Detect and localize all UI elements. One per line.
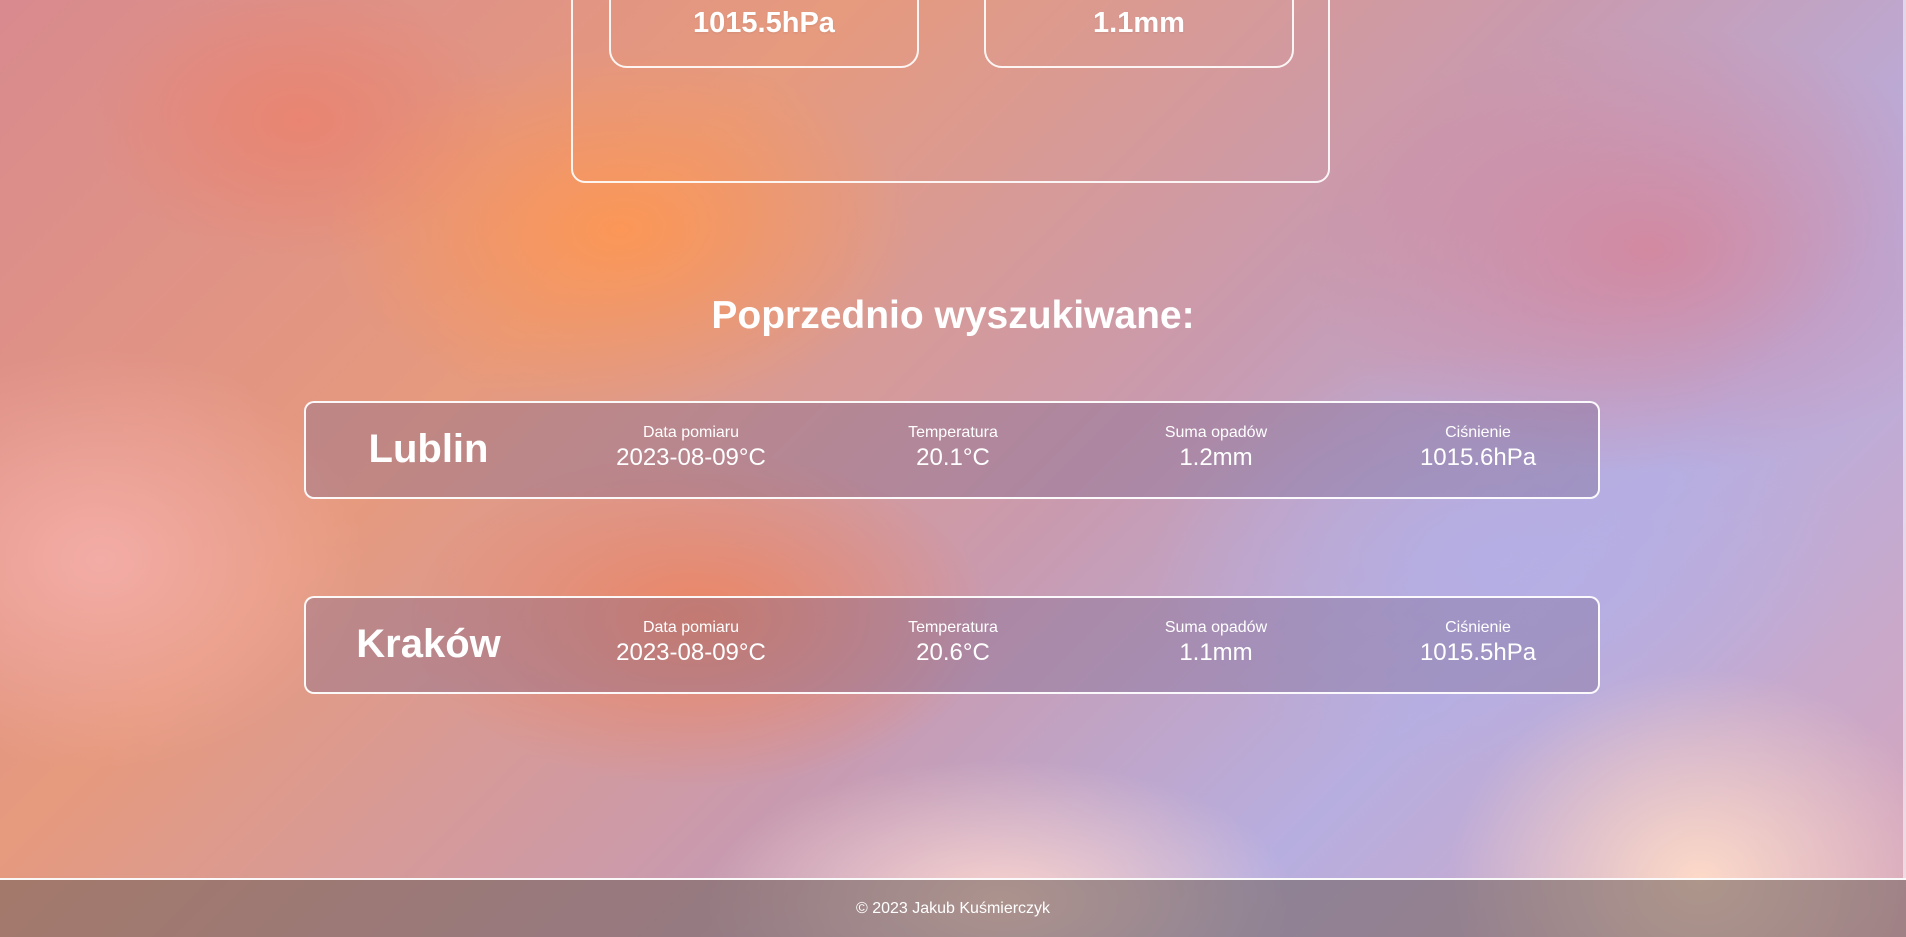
history-pressure-stat: Ciśnienie 1015.5hPa xyxy=(1347,618,1609,668)
history-date-stat: Data pomiaru 2023-08-09°C xyxy=(560,423,822,473)
pressure-value: 1015.5hPa xyxy=(1419,639,1537,666)
temperature-label: Temperatura xyxy=(908,424,998,441)
history-city-name: Lublin xyxy=(368,427,489,471)
date-label: Data pomiaru xyxy=(642,424,740,441)
current-pressure-value: 1015.5hPa xyxy=(693,7,835,39)
history-temperature-stat: Temperatura 20.1°C xyxy=(822,423,1084,473)
pressure-label: Ciśnienie xyxy=(1445,619,1511,636)
history-date-stat: Data pomiaru 2023-08-09°C xyxy=(560,618,822,668)
temperature-label: Temperatura xyxy=(908,619,998,636)
date-label: Data pomiaru xyxy=(642,619,740,636)
date-value: 2023-08-09°C xyxy=(616,444,766,471)
rainfall-label: Suma opadów xyxy=(1164,424,1268,441)
history-title: Poprzednio wyszukiwane: xyxy=(711,294,1195,337)
footer-copyright: © 2023 Jakub Kuśmierczyk xyxy=(855,899,1051,917)
history-rainfall-stat: Suma opadów 1.2mm xyxy=(1085,423,1347,473)
footer: © 2023 Jakub Kuśmierczyk xyxy=(0,878,1906,937)
history-city-name: Kraków xyxy=(356,622,501,666)
history-row-lublin[interactable]: Lublin Data pomiaru 2023-08-09°C Tempera… xyxy=(304,401,1600,499)
date-value: 2023-08-09°C xyxy=(616,639,766,666)
pressure-value: 1015.6hPa xyxy=(1419,444,1537,471)
temperature-value: 20.6°C xyxy=(916,639,990,666)
history-pressure-stat: Ciśnienie 1015.6hPa xyxy=(1347,423,1609,473)
rainfall-value: 1.1mm xyxy=(1179,639,1253,666)
current-rainfall-value: 1.1mm xyxy=(1093,7,1185,39)
pressure-label: Ciśnienie xyxy=(1445,424,1511,441)
current-pressure-card: 1015.5hPa xyxy=(609,0,919,68)
history-temperature-stat: Temperatura 20.6°C xyxy=(822,618,1084,668)
history-row-krakow[interactable]: Kraków Data pomiaru 2023-08-09°C Tempera… xyxy=(304,596,1600,694)
current-rainfall-card: 1.1mm xyxy=(984,0,1294,68)
rainfall-value: 1.2mm xyxy=(1179,444,1253,471)
temperature-value: 20.1°C xyxy=(916,444,990,471)
rainfall-label: Suma opadów xyxy=(1164,619,1268,636)
history-rainfall-stat: Suma opadów 1.1mm xyxy=(1085,618,1347,668)
